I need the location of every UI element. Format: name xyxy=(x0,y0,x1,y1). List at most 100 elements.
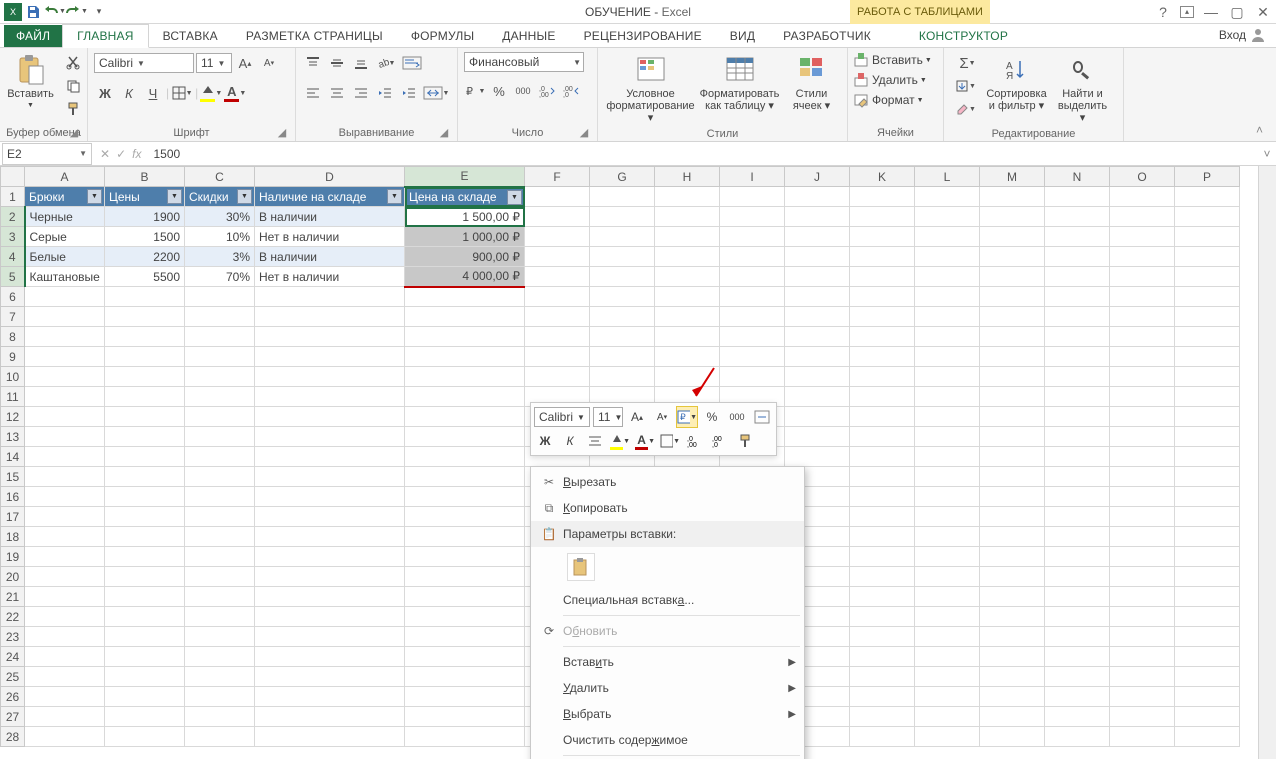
row-header-15[interactable]: 15 xyxy=(1,467,25,487)
cell[interactable] xyxy=(525,267,590,287)
cell[interactable] xyxy=(185,567,255,587)
cell[interactable] xyxy=(105,407,185,427)
conditional-format-button[interactable]: Условное форматирование ▾ xyxy=(606,52,696,126)
cell[interactable] xyxy=(105,607,185,627)
cell[interactable] xyxy=(1045,367,1110,387)
cell[interactable] xyxy=(105,447,185,467)
cell[interactable] xyxy=(1175,227,1240,247)
insert-function-button[interactable]: fx xyxy=(132,147,141,161)
col-header-H[interactable]: H xyxy=(655,167,720,187)
cell[interactable] xyxy=(25,367,105,387)
cell[interactable]: В наличии xyxy=(255,207,405,227)
cell[interactable] xyxy=(850,207,915,227)
cell[interactable] xyxy=(1175,487,1240,507)
cell-styles-button[interactable]: Стили ячеек ▾ xyxy=(784,52,840,114)
cell[interactable] xyxy=(850,547,915,567)
table-header-4[interactable]: Цена на складе▼ xyxy=(405,187,525,207)
cell[interactable] xyxy=(915,327,980,347)
cell[interactable] xyxy=(105,527,185,547)
cell[interactable] xyxy=(255,367,405,387)
cell[interactable] xyxy=(850,187,915,207)
cell[interactable] xyxy=(1110,447,1175,467)
cell[interactable] xyxy=(980,567,1045,587)
cell[interactable] xyxy=(255,547,405,567)
tab-data[interactable]: ДАННЫЕ xyxy=(488,25,569,47)
cell[interactable] xyxy=(655,207,720,227)
table-header-2[interactable]: Скидки▼ xyxy=(185,187,255,207)
cell[interactable]: В наличии xyxy=(255,247,405,267)
mini-align-button[interactable] xyxy=(584,430,606,452)
cell[interactable] xyxy=(915,527,980,547)
cell[interactable] xyxy=(1045,187,1110,207)
col-header-C[interactable]: C xyxy=(185,167,255,187)
cell[interactable] xyxy=(1110,407,1175,427)
cell[interactable] xyxy=(1175,307,1240,327)
cell[interactable] xyxy=(655,327,720,347)
cell[interactable] xyxy=(185,547,255,567)
cell[interactable] xyxy=(1175,647,1240,667)
cell[interactable] xyxy=(1110,267,1175,287)
cell[interactable] xyxy=(655,307,720,327)
cell[interactable] xyxy=(1110,227,1175,247)
cell[interactable] xyxy=(915,467,980,487)
col-header-L[interactable]: L xyxy=(915,167,980,187)
cell[interactable] xyxy=(980,487,1045,507)
cell[interactable] xyxy=(525,327,590,347)
font-name-combo[interactable]: Calibri▼ xyxy=(94,53,194,73)
cell[interactable] xyxy=(405,387,525,407)
cell[interactable] xyxy=(915,447,980,467)
cell[interactable] xyxy=(1045,667,1110,687)
cell[interactable] xyxy=(1175,407,1240,427)
cell[interactable] xyxy=(405,367,525,387)
tab-view[interactable]: ВИД xyxy=(716,25,769,47)
tab-file[interactable]: ФАЙЛ xyxy=(4,25,62,47)
cell[interactable] xyxy=(915,187,980,207)
cell[interactable] xyxy=(1175,567,1240,587)
row-header-23[interactable]: 23 xyxy=(1,627,25,647)
cell[interactable] xyxy=(785,187,850,207)
cell[interactable] xyxy=(25,587,105,607)
save-button[interactable] xyxy=(22,1,44,23)
row-header-14[interactable]: 14 xyxy=(1,447,25,467)
tab-developer[interactable]: РАЗРАБОТЧИК xyxy=(769,25,885,47)
mini-comma-button[interactable]: 000 xyxy=(726,406,748,428)
col-header-A[interactable]: A xyxy=(25,167,105,187)
cell[interactable] xyxy=(590,347,655,367)
cell[interactable] xyxy=(915,587,980,607)
sort-filter-button[interactable]: AЯ Сортировка и фильтр ▾ xyxy=(985,52,1049,114)
cell[interactable] xyxy=(185,447,255,467)
cell[interactable] xyxy=(1175,187,1240,207)
cell[interactable] xyxy=(185,347,255,367)
cell[interactable]: 2200 xyxy=(105,247,185,267)
mini-border-button[interactable]: ▼ xyxy=(659,430,681,452)
cell[interactable] xyxy=(1110,587,1175,607)
cell[interactable] xyxy=(25,327,105,347)
increase-decimal-button[interactable]: ,0,00 xyxy=(536,80,558,102)
cell[interactable] xyxy=(1110,607,1175,627)
cell[interactable] xyxy=(850,707,915,727)
cell[interactable]: 3% xyxy=(185,247,255,267)
cell[interactable] xyxy=(980,727,1045,747)
cell[interactable] xyxy=(915,687,980,707)
cell[interactable] xyxy=(1110,667,1175,687)
row-header-20[interactable]: 20 xyxy=(1,567,25,587)
cell[interactable] xyxy=(850,567,915,587)
cell[interactable] xyxy=(850,467,915,487)
cell[interactable] xyxy=(525,367,590,387)
cell[interactable] xyxy=(590,187,655,207)
cell[interactable] xyxy=(105,687,185,707)
cell[interactable] xyxy=(255,527,405,547)
cell[interactable] xyxy=(525,227,590,247)
cell[interactable] xyxy=(255,707,405,727)
tab-formulas[interactable]: ФОРМУЛЫ xyxy=(397,25,488,47)
cell[interactable] xyxy=(1175,427,1240,447)
cell[interactable] xyxy=(980,547,1045,567)
cell[interactable] xyxy=(185,687,255,707)
row-header-12[interactable]: 12 xyxy=(1,407,25,427)
col-header-G[interactable]: G xyxy=(590,167,655,187)
cell[interactable] xyxy=(655,267,720,287)
cell[interactable] xyxy=(850,507,915,527)
col-header-D[interactable]: D xyxy=(255,167,405,187)
cell-selected[interactable]: 1 500,00 ₽ xyxy=(405,207,525,227)
cell[interactable] xyxy=(1045,287,1110,307)
